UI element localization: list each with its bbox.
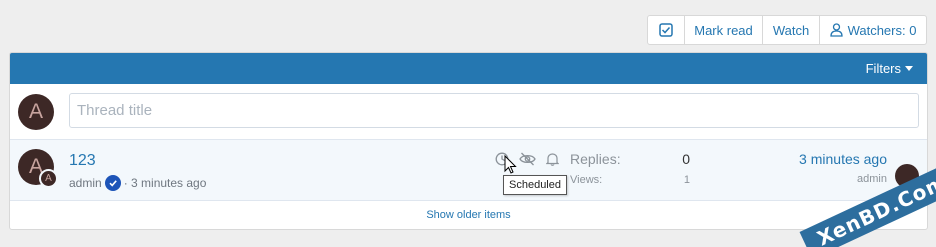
checkbox-icon bbox=[659, 23, 673, 37]
thread-title-input[interactable] bbox=[69, 93, 919, 128]
verified-badge-icon bbox=[104, 175, 121, 191]
select-toggle-button[interactable] bbox=[648, 16, 685, 44]
watch-button[interactable]: Watch bbox=[763, 16, 820, 44]
filters-button[interactable]: Filters bbox=[866, 61, 913, 76]
thread-row: A A 123 admin · 3 minutes ago Replies: 0… bbox=[10, 140, 927, 201]
show-older-items-link[interactable]: Show older items bbox=[10, 201, 927, 229]
watchers-button[interactable]: Watchers: 0 bbox=[820, 16, 926, 44]
replies-value: 0 bbox=[682, 151, 690, 167]
scheduled-tooltip: Scheduled bbox=[503, 175, 567, 195]
last-post-time[interactable]: 3 minutes ago bbox=[799, 151, 887, 167]
replies-label: Replies: bbox=[570, 151, 621, 167]
thread-actions: Mark read Watch Watchers: 0 bbox=[647, 15, 927, 45]
mouse-cursor-icon bbox=[504, 155, 517, 174]
user-icon bbox=[829, 23, 843, 37]
author-link[interactable]: admin bbox=[69, 176, 102, 190]
eye-slash-icon bbox=[519, 152, 536, 166]
bell-icon bbox=[546, 153, 559, 166]
panel-header: Filters bbox=[10, 53, 927, 84]
thread-age[interactable]: · 3 minutes ago bbox=[124, 176, 207, 190]
thread-meta: admin · 3 minutes ago bbox=[69, 175, 206, 191]
avatar[interactable]: A bbox=[18, 94, 54, 130]
thread-list-panel: Filters A A A 123 admin · 3 minutes ago bbox=[9, 52, 928, 230]
quick-thread-row: A bbox=[10, 84, 927, 140]
mark-read-button[interactable]: Mark read bbox=[685, 16, 763, 44]
views-value: 1 bbox=[683, 174, 690, 186]
views-label: Views: bbox=[570, 174, 603, 186]
last-post-user[interactable]: admin bbox=[799, 173, 887, 185]
last-poster-mini-avatar[interactable]: A bbox=[39, 169, 58, 188]
caret-down-icon bbox=[905, 66, 913, 71]
thread-title-link[interactable]: 123 bbox=[69, 152, 96, 170]
last-post: 3 minutes ago admin bbox=[799, 151, 887, 185]
